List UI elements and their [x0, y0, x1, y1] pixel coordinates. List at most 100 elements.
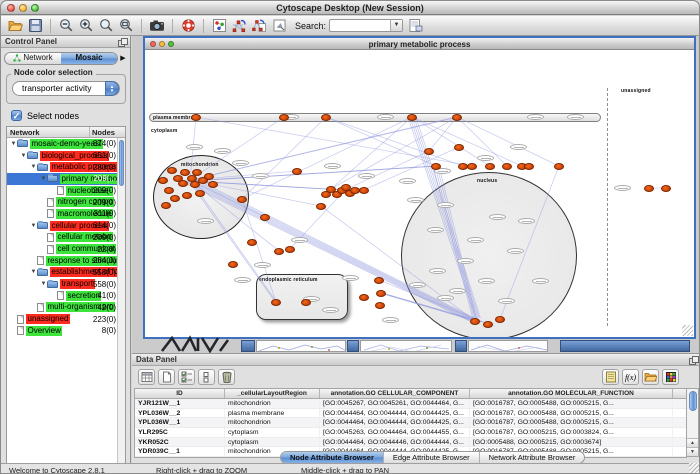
- network-node[interactable]: [483, 321, 493, 328]
- tree-scrollbar[interactable]: [117, 138, 125, 474]
- float-panel-icon[interactable]: [689, 356, 697, 363]
- network-node[interactable]: [321, 191, 331, 198]
- network-view-window[interactable]: primary metabolic process plasma membran…: [143, 36, 696, 339]
- table-row[interactable]: YJR121W__1mitochondrion[GO:0045267, GO:0…: [135, 399, 686, 409]
- network-node[interactable]: [182, 192, 192, 199]
- network-node[interactable]: [161, 202, 171, 209]
- network-node[interactable]: [191, 114, 201, 121]
- network-node[interactable]: [204, 173, 214, 180]
- minimized-window-titlebar[interactable]: [455, 340, 467, 352]
- zoom-in-icon[interactable]: [78, 18, 94, 34]
- network-node[interactable]: [376, 290, 386, 297]
- network-node[interactable]: [454, 144, 464, 151]
- tree-item-metabolic-process[interactable]: ▼metabolic process280(0): [7, 161, 118, 173]
- tree-item-nucleobase-[interactable]: nucleobase-209(0): [7, 185, 118, 197]
- table-row[interactable]: YKR052Ccytoplasm[GO:0044464, GO:0044446,…: [135, 438, 686, 448]
- open-session-icon[interactable]: [7, 18, 23, 34]
- network-node[interactable]: [524, 163, 534, 170]
- disclosure-triangle-icon[interactable]: ▼: [20, 153, 27, 159]
- network-node[interactable]: [158, 177, 168, 184]
- tree-item-secretion[interactable]: secretion41(0): [7, 290, 118, 302]
- window-titlebar[interactable]: Cytoscape Desktop (New Session): [1, 1, 699, 15]
- new-attribute-icon[interactable]: [158, 369, 175, 385]
- select-nodes-checkbox[interactable]: ✓: [11, 110, 22, 121]
- network-node[interactable]: [274, 248, 284, 255]
- vizmapper-icon[interactable]: [211, 18, 227, 34]
- network-node[interactable]: [375, 302, 385, 309]
- network-node[interactable]: [192, 169, 202, 176]
- network-node[interactable]: [279, 114, 289, 121]
- tree-item-unassigned[interactable]: unassigned223(0): [7, 313, 118, 325]
- minimized-window-titlebar[interactable]: [347, 340, 359, 352]
- column-header-1[interactable]: _cellularLayoutRegion: [225, 389, 320, 398]
- tree-item-overview[interactable]: Overview8(0): [7, 325, 118, 337]
- disclosure-triangle-icon[interactable]: ▼: [40, 176, 47, 182]
- tab-overflow-arrow[interactable]: ▶: [118, 54, 128, 62]
- column-header-3[interactable]: annotation.GO MOLECULAR_FUNCTION: [470, 389, 673, 398]
- network-node[interactable]: [271, 299, 281, 306]
- network-node[interactable]: [359, 187, 369, 194]
- search-dropdown-icon[interactable]: ▼: [390, 20, 402, 31]
- tree-item-cellular-metabo[interactable]: cellular metabo209(0): [7, 232, 118, 244]
- network-node[interactable]: [228, 261, 238, 268]
- table-row[interactable]: YLR295Ccytoplasm[GO:0045263, GO:0044464,…: [135, 428, 686, 438]
- network-node[interactable]: [321, 114, 331, 121]
- network-node[interactable]: [301, 299, 311, 306]
- network-node[interactable]: [170, 195, 180, 202]
- minimized-overview-thumbnail[interactable]: [160, 335, 235, 353]
- zoom-fit-icon[interactable]: [118, 18, 134, 34]
- import-table-icon[interactable]: [407, 18, 423, 34]
- attribute-select-icon[interactable]: [138, 369, 155, 385]
- network-node[interactable]: [374, 277, 384, 284]
- minimized-window-titlebar[interactable]: [241, 340, 255, 352]
- column-header-2[interactable]: annotation.GO CELLULAR_COMPONENT: [320, 389, 470, 398]
- network-node[interactable]: [407, 114, 417, 121]
- network-node[interactable]: [178, 180, 188, 187]
- disclosure-triangle-icon[interactable]: ▼: [30, 269, 37, 275]
- network-node[interactable]: [495, 316, 505, 323]
- table-row[interactable]: YPL036W__1mitochondrion[GO:0044464, GO:0…: [135, 418, 686, 428]
- zoom-selected-icon[interactable]: [98, 18, 114, 34]
- apply-layout-alt-icon[interactable]: [251, 18, 267, 34]
- tab-mosaic[interactable]: Mosaic: [61, 53, 117, 64]
- tree-item-establishment-of-lo[interactable]: ▼establishment of lo558(0): [7, 267, 118, 279]
- network-node[interactable]: [167, 167, 177, 174]
- save-session-icon[interactable]: [27, 18, 43, 34]
- network-node[interactable]: [485, 163, 495, 170]
- table-scrollbar[interactable]: ▲ ▼: [686, 388, 699, 457]
- tree-item-mosaic-demo-yeast[interactable]: ▼mosaic-demo-yeast874(0): [7, 138, 118, 150]
- float-panel-icon[interactable]: [118, 38, 126, 45]
- tree-item-biological-process[interactable]: ▼biological_process651(0): [7, 150, 118, 162]
- scroll-down-icon[interactable]: ▼: [687, 447, 698, 456]
- minimized-window-thumbnail[interactable]: [256, 340, 346, 352]
- network-node[interactable]: [292, 168, 302, 175]
- scroll-up-icon[interactable]: ▲: [687, 438, 698, 447]
- tab-node-attribute-browser[interactable]: Node Attribute Browser: [281, 452, 384, 463]
- table-scrollbar-thumb[interactable]: [689, 391, 697, 411]
- tree-item-macromolecule[interactable]: macromolecule311(0): [7, 208, 118, 220]
- network-node[interactable]: [247, 239, 257, 246]
- minimized-window-titlebar[interactable]: [560, 340, 690, 352]
- network-node[interactable]: [285, 246, 295, 253]
- disclosure-triangle-icon[interactable]: ▼: [30, 164, 37, 170]
- apply-layout-icon[interactable]: [231, 18, 247, 34]
- network-node[interactable]: [316, 203, 326, 210]
- unselect-attributes-icon[interactable]: [198, 369, 215, 385]
- network-node[interactable]: [452, 114, 462, 121]
- network-node[interactable]: [644, 185, 654, 192]
- delete-attribute-icon[interactable]: [218, 369, 235, 385]
- tree-item-multi-organism-pro[interactable]: multi-organism pro42(0): [7, 302, 118, 314]
- network-node[interactable]: [180, 169, 190, 176]
- tree-item-transport[interactable]: ▼transport558(0): [7, 278, 118, 290]
- network-node[interactable]: [195, 190, 205, 197]
- window-resize-grip[interactable]: [689, 463, 700, 474]
- tab-network[interactable]: Network: [5, 53, 61, 64]
- import-attributes-icon[interactable]: [642, 369, 659, 385]
- notes-icon[interactable]: [602, 369, 619, 385]
- zoom-out-icon[interactable]: [58, 18, 74, 34]
- network-canvas[interactable]: plasma membrane cytoplasm mitochondrion …: [145, 50, 694, 337]
- network-node[interactable]: [237, 196, 247, 203]
- annotations-icon[interactable]: [271, 18, 287, 34]
- tree-scrollbar-thumb[interactable]: [119, 140, 124, 186]
- disclosure-triangle-icon[interactable]: ▼: [10, 141, 17, 147]
